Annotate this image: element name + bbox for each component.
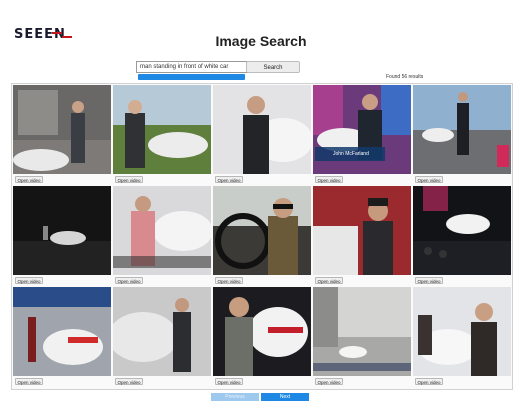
open-video-button[interactable]: Open video: [115, 378, 143, 385]
open-video-button[interactable]: Open video: [315, 378, 343, 385]
open-video-button[interactable]: Open video: [15, 378, 43, 385]
open-video-button[interactable]: Open video: [215, 378, 243, 385]
open-video-button[interactable]: Open video: [415, 277, 443, 284]
result-card: Open video: [313, 287, 411, 387]
result-card: Open video: [413, 287, 511, 387]
open-video-button[interactable]: Open video: [15, 277, 43, 284]
video-thumbnail[interactable]: [13, 186, 111, 275]
video-thumbnail[interactable]: [113, 186, 211, 275]
results-count: Found 56 results: [386, 74, 424, 80]
video-thumbnail[interactable]: [313, 287, 411, 376]
result-card: Open video: [13, 287, 111, 387]
progress-bar: [138, 74, 245, 80]
video-thumbnail[interactable]: [413, 85, 511, 174]
result-card: Open video: [213, 287, 311, 387]
video-thumbnail[interactable]: [413, 186, 511, 275]
open-video-button[interactable]: Open video: [115, 277, 143, 284]
search-button[interactable]: Search: [246, 61, 300, 73]
open-video-button[interactable]: Open video: [215, 176, 243, 183]
result-card: Open video: [213, 85, 311, 185]
open-video-button[interactable]: Open video: [15, 176, 43, 183]
result-card: Open video: [413, 85, 511, 185]
result-card: Open video: [313, 186, 411, 286]
video-thumbnail[interactable]: [213, 287, 311, 376]
result-card: John McFarland Open video: [313, 85, 411, 185]
video-thumbnail[interactable]: John McFarland: [313, 85, 411, 174]
result-card: Open video: [213, 186, 311, 286]
result-card: Open video: [413, 186, 511, 286]
result-card: Open video: [13, 85, 111, 185]
video-caption: John McFarland: [333, 151, 369, 157]
video-thumbnail[interactable]: [213, 85, 311, 174]
results-grid: Open video Open video Open video John Mc…: [11, 83, 513, 390]
previous-page-button[interactable]: Previous: [211, 393, 259, 401]
result-card: Open video: [113, 85, 211, 185]
result-card: Open video: [113, 287, 211, 387]
page-title: Image Search: [215, 33, 307, 49]
video-thumbnail[interactable]: [113, 287, 211, 376]
video-thumbnail[interactable]: [13, 287, 111, 376]
video-thumbnail[interactable]: [113, 85, 211, 174]
open-video-button[interactable]: Open video: [115, 176, 143, 183]
video-thumbnail[interactable]: [213, 186, 311, 275]
video-thumbnail[interactable]: [13, 85, 111, 174]
result-card: Open video: [13, 186, 111, 286]
open-video-button[interactable]: Open video: [415, 176, 443, 183]
video-thumbnail[interactable]: [313, 186, 411, 275]
video-thumbnail[interactable]: [413, 287, 511, 376]
open-video-button[interactable]: Open video: [215, 277, 243, 284]
open-video-button[interactable]: Open video: [315, 277, 343, 284]
next-page-button[interactable]: Next: [261, 393, 309, 401]
result-card: Open video: [113, 186, 211, 286]
open-video-button[interactable]: Open video: [315, 176, 343, 183]
open-video-button[interactable]: Open video: [415, 378, 443, 385]
